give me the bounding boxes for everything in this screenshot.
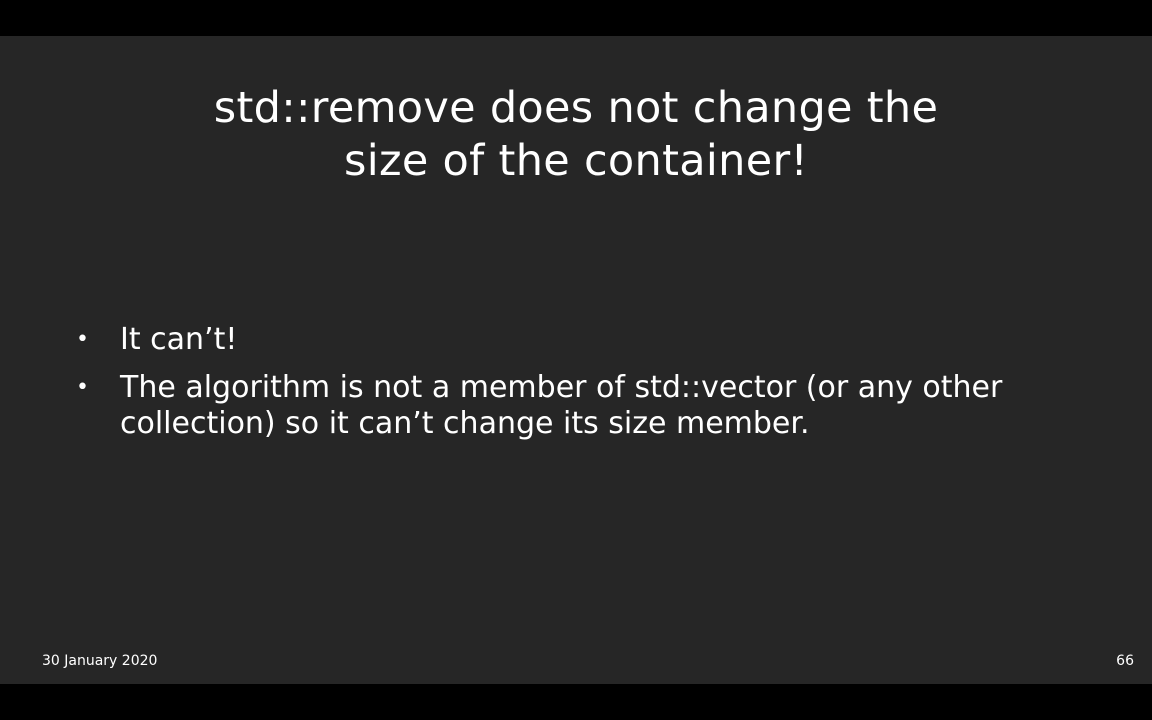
bullet-icon: • bbox=[76, 375, 89, 400]
bullet-text: The algorithm is not a member of std::ve… bbox=[120, 370, 1003, 441]
screen: std::remove does not change the size of … bbox=[0, 0, 1152, 720]
bullet-item: • The algorithm is not a member of std::… bbox=[70, 370, 1050, 442]
bullet-list: • It can’t! • The algorithm is not a mem… bbox=[70, 322, 1050, 454]
slide-number: 66 bbox=[1116, 653, 1134, 669]
footer-date: 30 January 2020 bbox=[42, 653, 158, 669]
bullet-item: • It can’t! bbox=[70, 322, 1050, 358]
bullet-icon: • bbox=[76, 327, 89, 352]
slide-title: std::remove does not change the size of … bbox=[0, 82, 1152, 188]
slide-title-line-1: std::remove does not change the bbox=[213, 83, 939, 133]
slide-title-line-2: size of the container! bbox=[344, 136, 808, 186]
slide: std::remove does not change the size of … bbox=[0, 36, 1152, 684]
bullet-text: It can’t! bbox=[120, 322, 238, 357]
